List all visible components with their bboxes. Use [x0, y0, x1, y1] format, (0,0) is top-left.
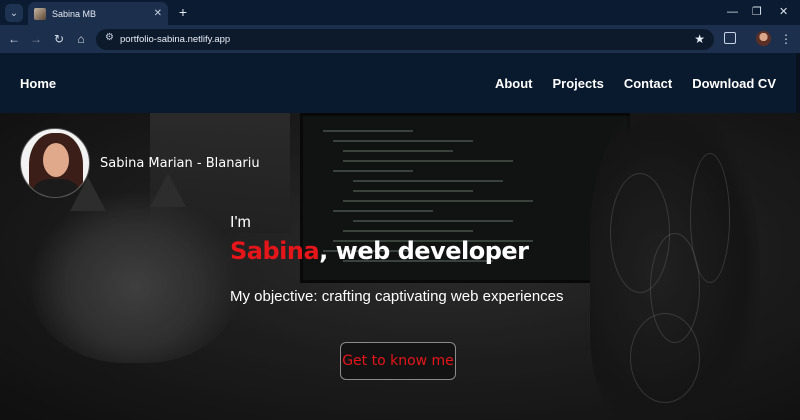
hero-name: Sabina: [230, 237, 320, 265]
hero-role: , web developer: [319, 237, 529, 265]
owner-name: Sabina Marian - Blanariu: [100, 156, 260, 171]
close-window-icon[interactable]: ✕: [779, 5, 788, 19]
nav-download-cv-link[interactable]: Download CV: [692, 76, 776, 91]
address-bar[interactable]: ⚙ portfolio-sabina.netlify.app ★: [96, 29, 714, 50]
reload-icon[interactable]: ↻: [51, 31, 67, 47]
close-tab-icon[interactable]: ✕: [154, 8, 162, 19]
hero-objective: My objective: crafting captivating web e…: [230, 288, 564, 305]
nav-contact-link[interactable]: Contact: [624, 76, 672, 91]
browser-menu-icon[interactable]: ⋮: [780, 31, 792, 47]
bookmark-star-icon[interactable]: ★: [694, 32, 705, 46]
nav-about-link[interactable]: About: [495, 76, 533, 91]
page-content: Home About Projects Contact Download CV: [0, 53, 800, 420]
profile-avatar-icon[interactable]: [756, 31, 771, 46]
page-scrollbar[interactable]: [796, 53, 800, 113]
chevron-down-icon: ⌄: [9, 7, 19, 19]
browser-tab[interactable]: Sabina MB ✕: [28, 2, 168, 25]
extensions-icon[interactable]: [724, 32, 736, 44]
site-header: Home About Projects Contact Download CV: [0, 53, 800, 113]
hero-section: Sabina Marian - Blanariu I'm Sabina, web…: [0, 113, 800, 420]
avatar: [20, 128, 90, 198]
nav-projects-link[interactable]: Projects: [553, 76, 604, 91]
home-icon[interactable]: ⌂: [73, 31, 89, 47]
nav-links: About Projects Contact Download CV: [495, 76, 776, 91]
hero-intro: I'm: [230, 214, 251, 231]
site-info-icon[interactable]: ⚙: [105, 32, 114, 43]
tab-search-button[interactable]: ⌄: [5, 4, 23, 22]
url-text[interactable]: portfolio-sabina.netlify.app: [120, 34, 230, 45]
nav-home-link[interactable]: Home: [20, 76, 56, 91]
forward-icon[interactable]: →: [28, 31, 44, 47]
get-to-know-me-button[interactable]: Get to know me: [340, 342, 456, 380]
new-tab-button[interactable]: +: [176, 4, 190, 20]
tab-strip: ⌄ Sabina MB ✕ + — ❐ ✕: [0, 0, 800, 25]
tab-title: Sabina MB: [52, 8, 97, 19]
favicon-icon: [34, 7, 46, 20]
minimize-icon[interactable]: —: [727, 5, 738, 19]
back-icon[interactable]: ←: [6, 31, 22, 47]
hero-headline: Sabina, web developer: [230, 237, 529, 265]
restore-icon[interactable]: ❐: [752, 5, 762, 19]
browser-toolbar: ← → ↻ ⌂ ⚙ portfolio-sabina.netlify.app ★…: [0, 25, 800, 53]
